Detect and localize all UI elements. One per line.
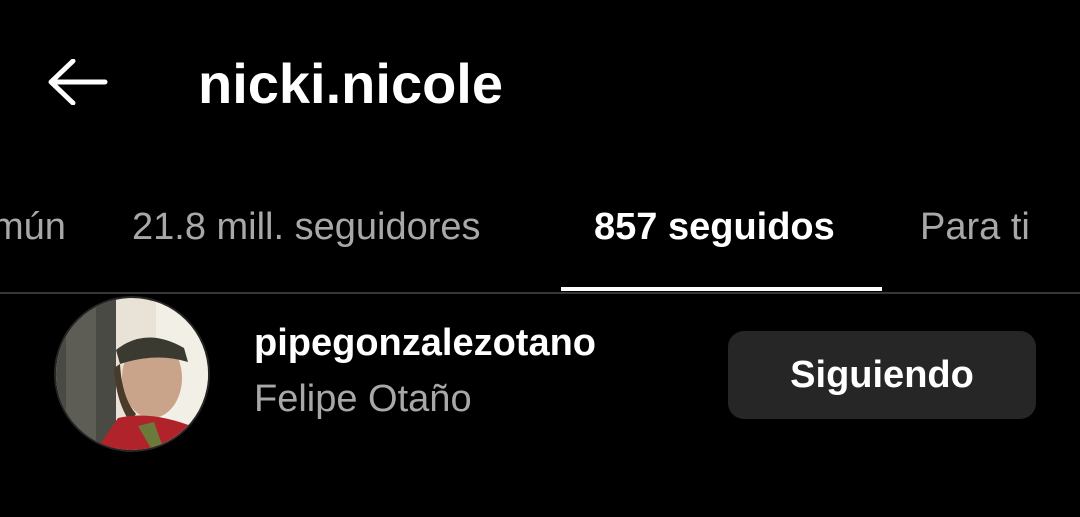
tab-seguidores[interactable]: 21.8 mill. seguidores	[132, 202, 481, 252]
full-name: Felipe Otaño	[254, 378, 472, 420]
tab-seguidos[interactable]: 857 seguidos	[594, 202, 835, 252]
top-app-bar: nicki.nicole	[0, 0, 1080, 170]
list-item[interactable]: pipegonzalezotano Felipe Otaño Siguiendo	[0, 296, 1080, 456]
username[interactable]: pipegonzalezotano	[254, 320, 596, 366]
arrow-left-icon	[47, 58, 109, 110]
active-tab-indicator	[561, 287, 882, 291]
tab-bar: mún 21.8 mill. seguidores 857 seguidos P…	[0, 190, 1080, 294]
back-button[interactable]	[36, 50, 120, 118]
following-button[interactable]: Siguiendo	[728, 331, 1036, 419]
tab-para-ti[interactable]: Para ti	[920, 202, 1030, 252]
avatar[interactable]	[54, 296, 210, 452]
page-title: nicki.nicole	[198, 52, 503, 115]
tab-en-comun[interactable]: mún	[0, 202, 66, 252]
